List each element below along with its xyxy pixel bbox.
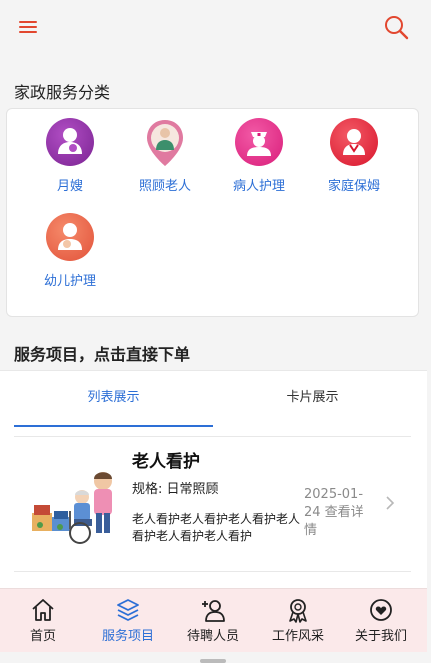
layers-icon — [117, 599, 139, 621]
service-name: 老人看护 — [132, 452, 200, 472]
service-description: 老人看护老人看护老人看护老人看护老人看护老人看护 — [132, 512, 301, 543]
category-label: 月嫂 — [56, 179, 83, 194]
nurse-icon — [235, 118, 283, 166]
services-panel: 列表展示 卡片展示 老人看护 规格: 日常照顾 老人看护老人看护老人看护老人看护… — [0, 370, 427, 588]
tabbar-label: 待聘人员 — [186, 629, 239, 644]
home-icon — [32, 599, 54, 621]
tabbar-label: 首页 — [29, 629, 56, 644]
category-maternity-nurse[interactable]: 月嫂 — [25, 118, 115, 194]
service-spec: 规格: 日常照顾 — [132, 482, 219, 497]
category-baby-care[interactable]: 幼儿护理 — [25, 213, 115, 289]
tabbar-item-candidates[interactable]: 待聘人员 — [171, 597, 255, 644]
category-nanny[interactable]: 家庭保姆 — [309, 118, 399, 194]
heart-circle-icon — [370, 599, 392, 621]
hamburger-menu-icon[interactable] — [17, 17, 41, 37]
tabbar-item-services[interactable]: 服务项目 — [86, 597, 170, 644]
services-section-title: 服务项目，点击直接下单 — [14, 345, 191, 364]
category-patient-care[interactable]: 病人护理 — [214, 118, 304, 194]
service-list-item[interactable]: 老人看护 规格: 日常照顾 老人看护老人看护老人看护老人看护老人看护老人看护 2… — [14, 437, 411, 573]
divider — [14, 571, 411, 572]
category-grid: 月嫂 照顾老人 病人护理 家庭保姆 幼儿护理 — [6, 108, 419, 317]
maternity-nurse-icon — [46, 118, 94, 166]
bottom-tab-bar: 首页 服务项目 待聘人员 工作风采 关于我们 — [0, 588, 427, 652]
baby-care-icon — [46, 213, 94, 261]
category-label: 病人护理 — [232, 179, 285, 194]
search-icon[interactable] — [383, 14, 409, 40]
tabbar-label: 工作风采 — [271, 629, 324, 644]
tabbar-label: 关于我们 — [354, 629, 407, 644]
elderly-care-pin-icon — [147, 120, 183, 166]
home-indicator — [200, 659, 226, 663]
tabbar-item-about[interactable]: 关于我们 — [339, 597, 423, 644]
category-section-title: 家政服务分类 — [14, 83, 111, 102]
category-label: 家庭保姆 — [327, 179, 380, 194]
category-label: 照顾老人 — [138, 179, 191, 194]
category-elderly-care[interactable]: 照顾老人 — [120, 118, 210, 194]
nanny-icon — [330, 118, 378, 166]
tabbar-label: 服务项目 — [101, 629, 154, 644]
tabbar-item-showcase[interactable]: 工作风采 — [256, 597, 340, 644]
tab-card-view[interactable]: 卡片展示 — [213, 371, 412, 427]
award-ribbon-icon — [289, 599, 307, 623]
service-date-detail[interactable]: 2025-01-24 查看详情 — [304, 486, 374, 540]
user-add-icon — [202, 600, 225, 622]
app-header — [0, 0, 431, 58]
elderly-care-illustration — [30, 461, 118, 547]
category-label: 幼儿护理 — [43, 274, 96, 289]
tabbar-item-home[interactable]: 首页 — [1, 597, 85, 644]
tab-list-view[interactable]: 列表展示 — [14, 371, 213, 427]
chevron-right-icon[interactable] — [384, 495, 396, 511]
